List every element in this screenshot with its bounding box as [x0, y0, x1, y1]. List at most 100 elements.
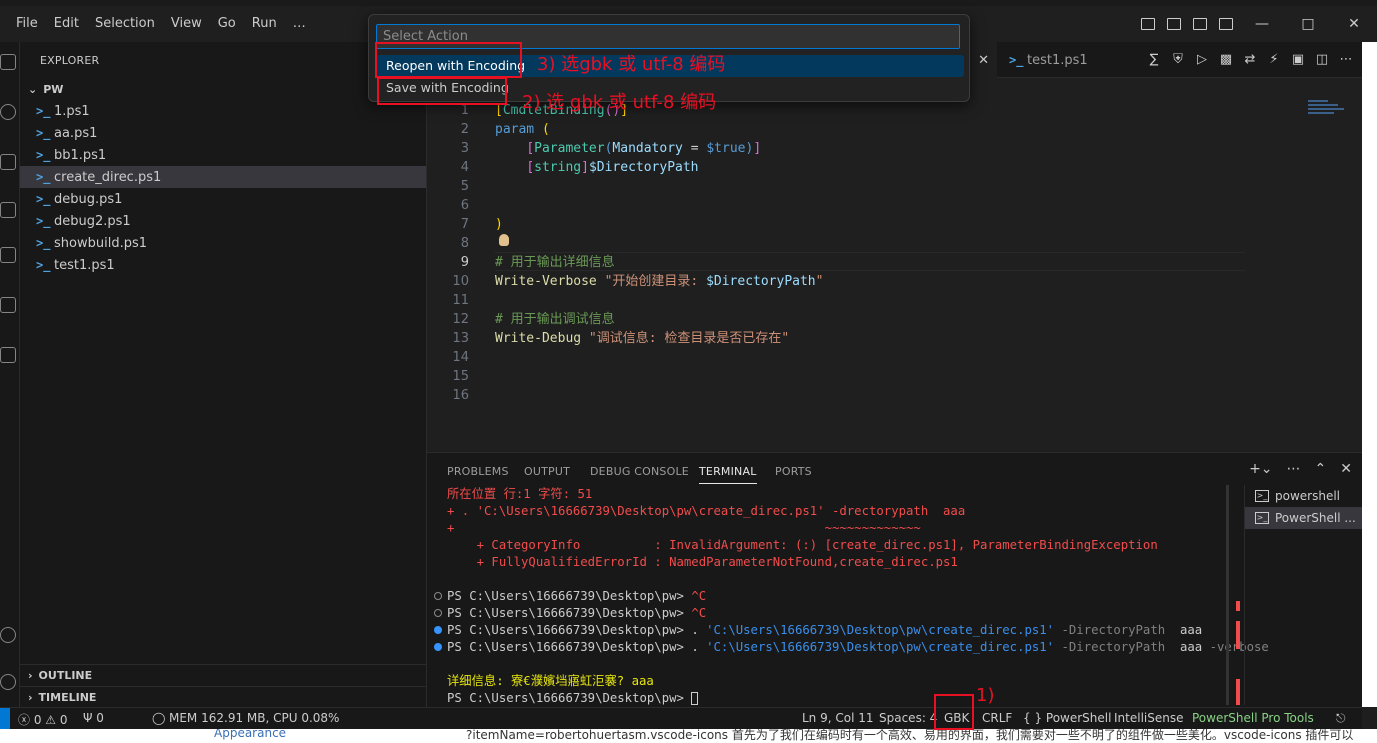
tab-test1[interactable]: >_ test1.ps1	[999, 42, 1109, 78]
intellisense-status[interactable]: IntelliSense	[1114, 711, 1183, 725]
new-terminal-icon[interactable]: +⌄	[1249, 461, 1272, 477]
code-line: [Parameter(Mandatory = $true)]	[526, 141, 762, 156]
file-item[interactable]: >_ showbuild.ps1	[20, 232, 426, 254]
lightning-icon[interactable]: ⚡	[1266, 53, 1282, 67]
powershell-file-icon: >_	[36, 148, 51, 162]
terminal-line: + FullyQualifiedErrorId : NamedParameter…	[447, 555, 958, 569]
terminal-scrollbar[interactable]	[1226, 485, 1229, 705]
menu-edit[interactable]: Edit	[46, 6, 87, 42]
more-actions-icon[interactable]: ⋯	[1287, 461, 1301, 477]
background-link[interactable]: Appearance	[214, 729, 286, 740]
indentation[interactable]: Spaces: 4	[879, 711, 937, 725]
powershell-icon[interactable]: ∑	[1146, 53, 1162, 67]
powershell-file-icon: >_	[36, 236, 51, 250]
command-decoration[interactable]	[434, 643, 442, 651]
powershell-file-icon: >_	[36, 104, 51, 118]
terminal-item[interactable]: >_ powershell	[1245, 485, 1362, 507]
folder-row[interactable]: ⌄ PW	[20, 78, 426, 100]
file-item[interactable]: >_ 1.ps1	[20, 100, 426, 122]
close-panel-icon[interactable]: ✕	[1340, 461, 1352, 477]
scrollbar-marker	[1236, 679, 1240, 705]
terminal-icon: >_	[1255, 512, 1269, 524]
accounts-icon[interactable]	[0, 627, 16, 643]
memory-status[interactable]: MEM 162.91 MB, CPU 0.08%	[169, 711, 339, 725]
menu-more[interactable]: …	[285, 6, 314, 42]
shield-icon[interactable]: ⛨	[1170, 53, 1186, 67]
pro-tools-status[interactable]: PowerShell Pro Tools	[1192, 711, 1314, 725]
window-icon[interactable]: ▣	[1290, 53, 1306, 67]
toggle-sidebar-icon[interactable]	[1141, 18, 1155, 30]
timeline-section[interactable]: › TIMELINE	[20, 686, 426, 708]
powershell-file-icon: >_	[36, 214, 51, 228]
command-decoration[interactable]	[434, 626, 442, 634]
minimap[interactable]	[1308, 100, 1348, 130]
menu-file[interactable]: File	[8, 6, 46, 42]
terminal-line: + ~~~~~~~~~~~~~	[447, 521, 921, 535]
menu-go[interactable]: Go	[210, 6, 244, 42]
file-item[interactable]: >_ debug2.ps1	[20, 210, 426, 232]
testing-icon[interactable]	[0, 347, 16, 363]
line-number: 6	[460, 198, 469, 213]
tab-problems[interactable]: PROBLEMS	[447, 465, 509, 478]
code-editor[interactable]: 1 2 3 4 5 6 7 8 9 10 11 12 13 14 15 16 […	[427, 78, 1362, 450]
file-item[interactable]: >_ test1.ps1	[20, 254, 426, 276]
run-icon[interactable]: ▷	[1194, 53, 1210, 67]
terminal-item-selected[interactable]: >_ PowerShell ...	[1245, 507, 1362, 529]
tab-output[interactable]: OUTPUT	[524, 465, 570, 478]
remote-explorer-icon[interactable]	[0, 297, 16, 313]
explorer-sidebar: EXPLORER ⌄ PW >_ 1.ps1 >_ aa.ps1 >_ bb1.ps1…	[20, 42, 427, 707]
terminal-line: PS C:\Users\16666739\Desktop\pw> ^C	[447, 589, 707, 603]
file-item-selected[interactable]: >_ create_direc.ps1	[20, 166, 426, 188]
maximize-button[interactable]: □	[1285, 16, 1331, 32]
format-icon[interactable]: ⇄	[1242, 53, 1258, 67]
command-decoration[interactable]	[434, 609, 442, 617]
run-debug-icon[interactable]	[0, 202, 16, 218]
terminal-line: 详细信息: 寮€濮嬪垱寤虹洰褰? aaa	[447, 674, 654, 688]
background-page-edge	[1362, 42, 1377, 707]
menu-view[interactable]: View	[163, 6, 210, 42]
bottom-panel: PROBLEMS OUTPUT DEBUG CONSOLE TERMINAL P…	[427, 452, 1362, 707]
terminal-line: PS C:\Users\16666739\Desktop\pw> ^C	[447, 606, 707, 620]
file-item[interactable]: >_ aa.ps1	[20, 122, 426, 144]
toggle-panel-icon[interactable]	[1167, 18, 1181, 30]
split-editor-icon[interactable]: ◫	[1314, 53, 1330, 67]
toggle-secondary-sidebar-icon[interactable]	[1193, 18, 1207, 30]
close-tab-icon[interactable]: ✕	[978, 53, 989, 68]
outline-section[interactable]: › OUTLINE	[20, 664, 426, 686]
annotation-step1: 1)	[976, 685, 995, 706]
settings-gear-icon[interactable]	[0, 674, 16, 690]
command-decoration[interactable]	[434, 592, 442, 600]
tab-terminal[interactable]: TERMINAL	[699, 465, 757, 484]
tab-debug-console[interactable]: DEBUG CONSOLE	[590, 465, 689, 478]
terminal-prompt[interactable]: PS C:\Users\16666739\Desktop\pw>	[447, 690, 699, 707]
language-mode[interactable]: { } PowerShell	[1023, 711, 1111, 725]
customize-layout-icon[interactable]	[1219, 18, 1233, 30]
debug-icon[interactable]: ▩	[1218, 53, 1234, 67]
close-window-button[interactable]: ✕	[1331, 16, 1377, 32]
maximize-panel-icon[interactable]: ⌃	[1315, 461, 1327, 477]
eol-selector[interactable]: CRLF	[982, 711, 1012, 725]
code-line: Write-Debug "调试信息: 检查目录是否已存在"	[495, 331, 790, 346]
file-item[interactable]: >_ debug.ps1	[20, 188, 426, 210]
chevron-right-icon: ›	[28, 669, 33, 682]
cursor-position[interactable]: Ln 9, Col 11	[802, 711, 874, 725]
menu-selection[interactable]: Selection	[87, 6, 163, 42]
terminal-line: + . 'C:\Users\16666739\Desktop\pw\create…	[447, 504, 966, 518]
ports-indicator[interactable]: Ψ 0	[83, 711, 104, 725]
minimize-button[interactable]: —	[1239, 16, 1285, 32]
source-control-icon[interactable]	[0, 154, 16, 170]
line-number: 10	[452, 274, 469, 289]
problems-indicator[interactable]: ⓧ 0 ⚠ 0	[18, 711, 67, 728]
more-actions-icon[interactable]: ⋯	[1338, 53, 1354, 67]
search-icon[interactable]	[0, 104, 16, 120]
explorer-icon[interactable]	[0, 54, 16, 70]
gauge-icon: ◯	[152, 711, 166, 725]
remote-indicator[interactable]	[0, 708, 10, 730]
notifications-icon[interactable]: ⎋	[1336, 711, 1346, 726]
tab-ports[interactable]: PORTS	[775, 465, 812, 478]
powershell-file-icon: >_	[36, 258, 51, 272]
file-item[interactable]: >_ bb1.ps1	[20, 144, 426, 166]
extensions-icon[interactable]	[0, 247, 16, 263]
lightbulb-icon[interactable]	[499, 234, 509, 246]
menu-run[interactable]: Run	[244, 6, 285, 42]
